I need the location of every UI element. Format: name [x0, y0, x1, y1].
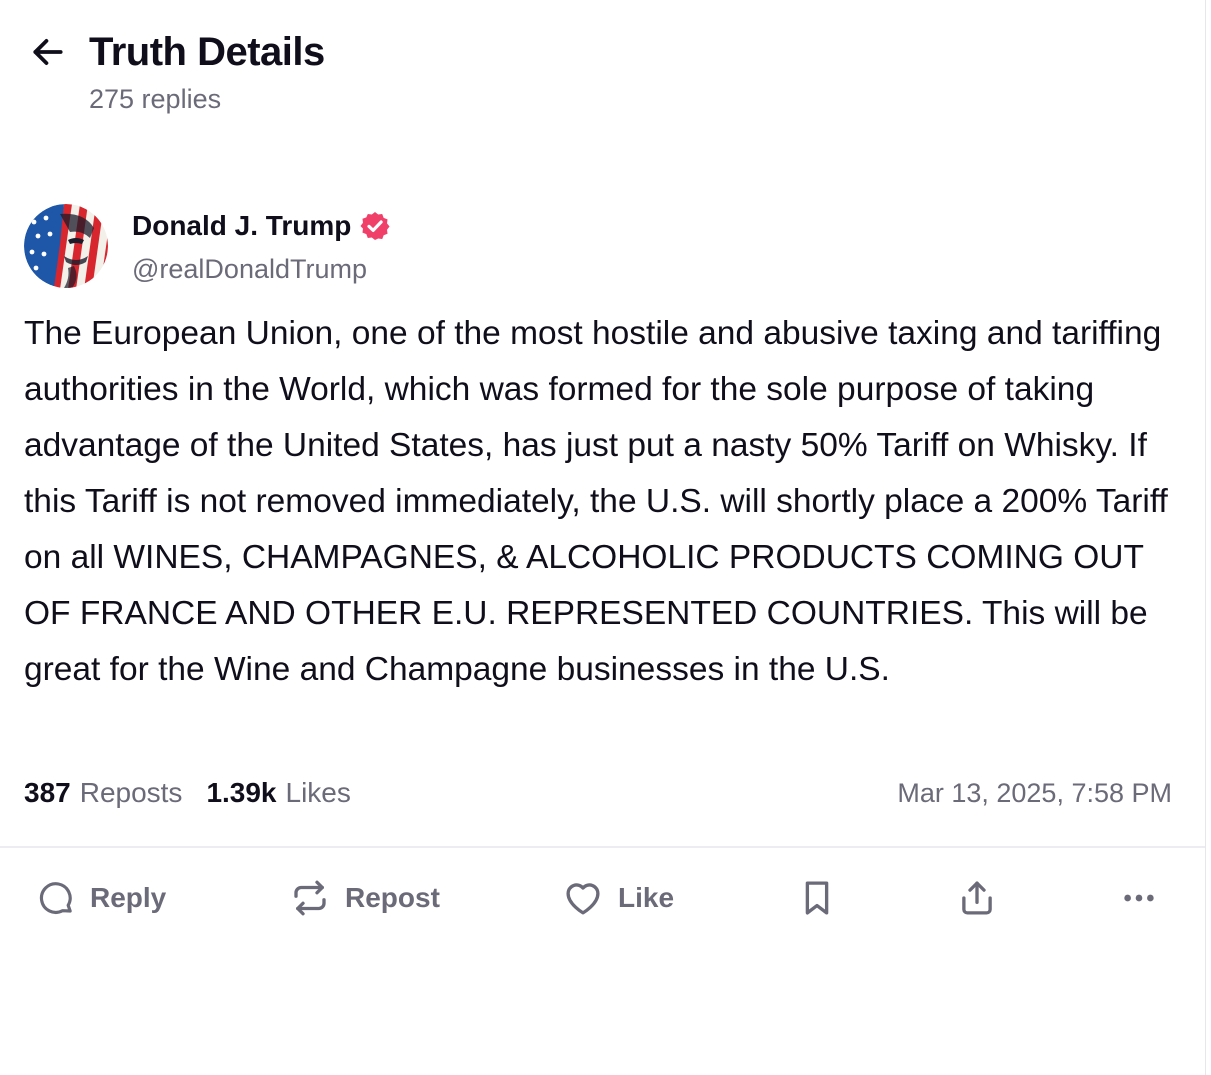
more-button[interactable]	[1118, 866, 1160, 930]
page-title: Truth Details	[89, 30, 325, 74]
author-name: Donald J. Trump	[132, 210, 352, 241]
avatar-image	[24, 204, 108, 288]
divider	[0, 846, 1205, 848]
post-text: The European Union, one of the most host…	[24, 315, 1168, 688]
reply-label: Reply	[90, 882, 167, 913]
bookmark-icon	[805, 881, 829, 915]
post-timestamp: Mar 13, 2025, 7:58 PM	[897, 777, 1172, 808]
arrow-left-icon	[33, 39, 63, 65]
post-author: Donald J. Trump @realDonaldTrump	[24, 204, 1184, 294]
likes-label: Likes	[285, 777, 351, 808]
author-name-row[interactable]: Donald J. Trump	[132, 210, 391, 242]
share-button[interactable]	[956, 866, 998, 930]
back-button[interactable]	[28, 32, 68, 72]
repost-button[interactable]: Repost	[289, 866, 440, 930]
author-handle[interactable]: @realDonaldTrump	[132, 254, 367, 285]
speech-bubble-icon	[39, 882, 72, 914]
post-stats: 387 Reposts 1.39k Likes Mar 13, 2025, 7:…	[24, 773, 1172, 813]
page-header: Truth Details 275 replies	[24, 28, 1184, 128]
more-dots-icon	[1124, 894, 1154, 902]
reply-button[interactable]: Reply	[36, 866, 166, 930]
replies-count: 275 replies	[89, 84, 222, 114]
repost-label: Repost	[345, 882, 440, 913]
verified-badge-icon	[360, 212, 390, 240]
action-bar: Reply Repost Like	[0, 866, 1205, 930]
bookmark-button[interactable]	[796, 866, 838, 930]
reposts-label: Reposts	[79, 777, 183, 808]
likes-stat[interactable]: 1.39k Likes	[206, 777, 350, 809]
share-upload-icon	[962, 881, 992, 915]
repost-arrows-icon	[294, 880, 326, 916]
like-label: Like	[618, 882, 675, 913]
like-button[interactable]: Like	[562, 866, 674, 930]
reposts-stat[interactable]: 387 Reposts	[24, 777, 182, 809]
heart-icon	[566, 883, 600, 915]
reposts-count: 387	[24, 777, 71, 808]
likes-count: 1.39k	[206, 777, 277, 808]
truth-details-page: Truth Details 275 replies Donald J. Trum…	[0, 0, 1211, 1075]
panel-edge	[1205, 0, 1211, 1075]
avatar[interactable]	[24, 204, 108, 288]
